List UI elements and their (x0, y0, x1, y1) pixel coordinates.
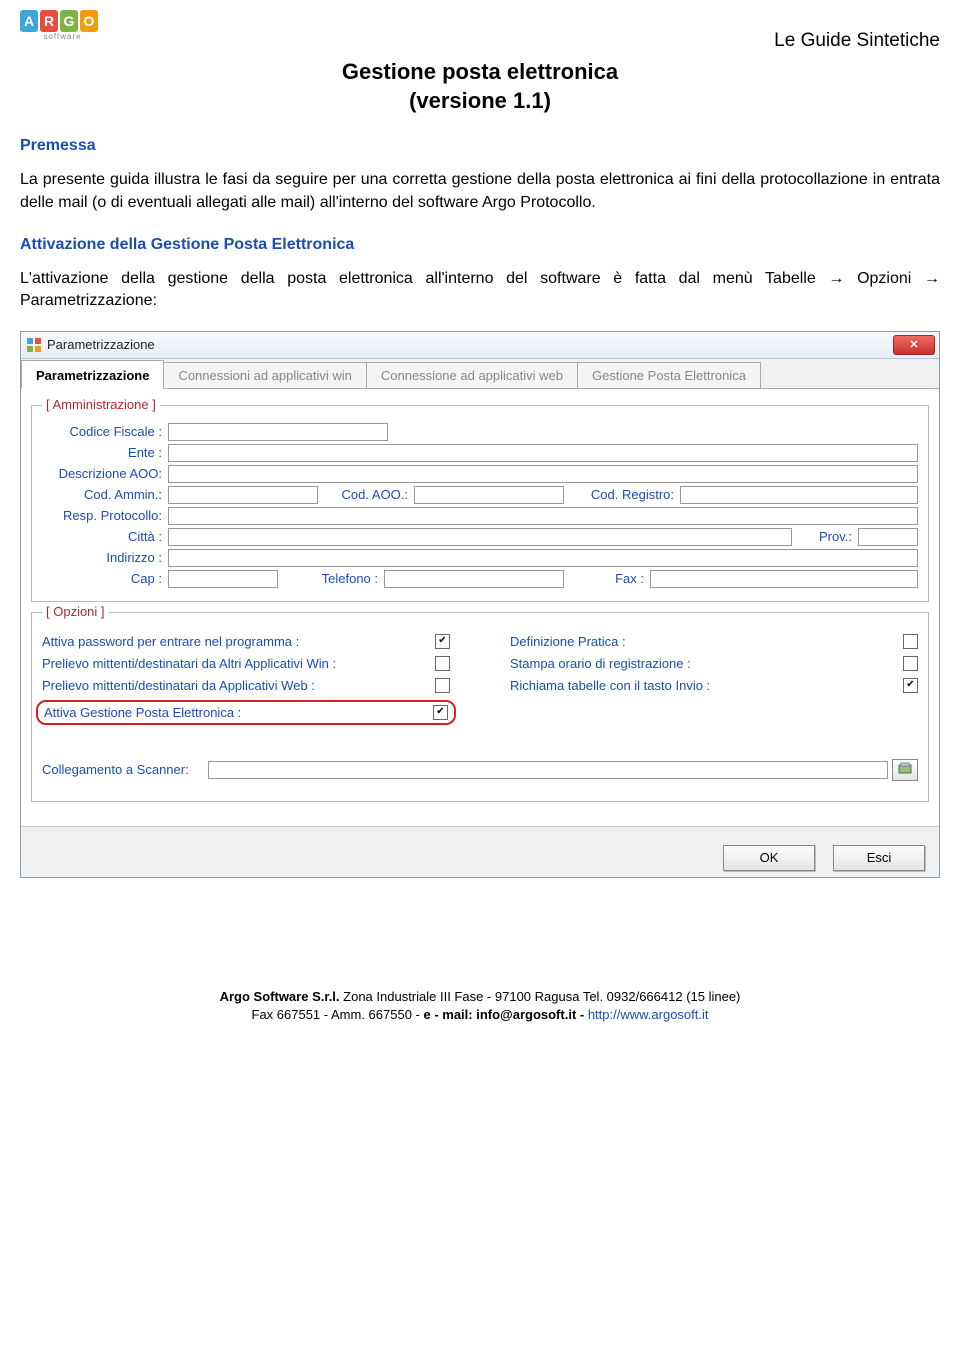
checkbox-attiva-gestione-posta[interactable]: ✔ (433, 705, 448, 720)
input-resp-protocollo[interactable] (168, 507, 918, 525)
highlighted-option: Attiva Gestione Posta Elettronica : ✔ (36, 700, 456, 725)
label-scanner: Collegamento a Scanner: (42, 762, 208, 777)
checkbox-stampa-orario[interactable] (903, 656, 918, 671)
label-cod-aoo: Cod. AOO.: (318, 487, 414, 502)
ok-button[interactable]: OK (723, 845, 815, 871)
group-amministrazione: [ Amministrazione ] Codice Fiscale : Ent… (31, 405, 929, 602)
section-attivazione-heading: Attivazione della Gestione Posta Elettro… (20, 236, 940, 254)
input-indirizzo[interactable] (168, 549, 918, 567)
logo-letter: O (80, 10, 98, 32)
input-scanner[interactable] (208, 761, 888, 779)
opt-label: Prelievo mittenti/destinatari da Altri A… (42, 656, 336, 671)
opt-label: Attiva Gestione Posta Elettronica : (44, 705, 241, 720)
label-ente: Ente : (42, 445, 168, 460)
opt-label: Definizione Pratica : (510, 634, 626, 649)
checkbox-prelievo-win[interactable] (435, 656, 450, 671)
parametrizzazione-window: Parametrizzazione ✕ Parametrizzazione Co… (20, 331, 940, 878)
group-opzioni: [ Opzioni ] Attiva password per entrare … (31, 612, 929, 802)
checkbox-attiva-password[interactable]: ✔ (435, 634, 450, 649)
label-prov: Prov.: (792, 529, 858, 544)
section-attivazione-body: L'attivazione della gestione della posta… (20, 268, 940, 313)
tab-gestione-posta[interactable]: Gestione Posta Elettronica (577, 362, 761, 388)
tab-connessioni-win[interactable]: Connessioni ad applicativi win (163, 362, 366, 388)
label-resp-protocollo: Resp. Protocollo: (42, 508, 168, 523)
esci-button[interactable]: Esci (833, 845, 925, 871)
scanner-icon (898, 762, 912, 777)
input-citta[interactable] (168, 528, 792, 546)
logo-subtext: software (20, 32, 105, 41)
tab-connessione-web[interactable]: Connessione ad applicativi web (366, 362, 578, 388)
argo-logo: A R G O software (20, 10, 105, 50)
logo-letter: G (60, 10, 78, 32)
window-titlebar: Parametrizzazione ✕ (21, 332, 939, 359)
label-cap: Cap : (42, 571, 168, 586)
label-indirizzo: Indirizzo : (42, 550, 168, 565)
checkbox-richiama-tabelle[interactable]: ✔ (903, 678, 918, 693)
input-telefono[interactable] (384, 570, 564, 588)
opt-label: Richiama tabelle con il tasto Invio : (510, 678, 710, 693)
input-prov[interactable] (858, 528, 918, 546)
input-ente[interactable] (168, 444, 918, 462)
input-fax[interactable] (650, 570, 918, 588)
label-codice-fiscale: Codice Fiscale : (42, 424, 168, 439)
input-cod-ammin[interactable] (168, 486, 318, 504)
label-cod-ammin: Cod. Ammin.: (42, 487, 168, 502)
section-premessa-body: La presente guida illustra le fasi da se… (20, 169, 940, 214)
doc-title: Gestione posta elettronica (versione 1.1… (20, 58, 940, 115)
opt-label: Stampa orario di registrazione : (510, 656, 691, 671)
tab-parametrizzazione[interactable]: Parametrizzazione (21, 360, 164, 389)
logo-letter: A (20, 10, 38, 32)
label-cod-registro: Cod. Registro: (564, 487, 680, 502)
page-footer: Argo Software S.r.l. Zona Industriale II… (20, 988, 940, 1034)
label-telefono: Telefono : (278, 571, 384, 586)
checkbox-definizione-pratica[interactable] (903, 634, 918, 649)
header-subtitle: Le Guide Sintetiche (774, 30, 940, 52)
checkbox-prelievo-web[interactable] (435, 678, 450, 693)
section-premessa-heading: Premessa (20, 137, 940, 155)
scanner-browse-button[interactable] (892, 759, 918, 781)
opt-label: Prelievo mittenti/destinatari da Applica… (42, 678, 315, 693)
group-amministrazione-title: [ Amministrazione ] (42, 397, 160, 412)
input-cap[interactable] (168, 570, 278, 588)
input-cod-aoo[interactable] (414, 486, 564, 504)
window-title: Parametrizzazione (47, 337, 155, 352)
app-icon (27, 338, 41, 352)
label-citta: Città : (42, 529, 168, 544)
opt-label: Attiva password per entrare nel programm… (42, 634, 299, 649)
tab-bar: Parametrizzazione Connessioni ad applica… (21, 359, 939, 389)
group-opzioni-title: [ Opzioni ] (42, 604, 109, 619)
logo-letter: R (40, 10, 58, 32)
input-cod-registro[interactable] (680, 486, 918, 504)
input-descrizione-aoo[interactable] (168, 465, 918, 483)
input-codice-fiscale[interactable] (168, 423, 388, 441)
label-descrizione-aoo: Descrizione AOO: (42, 466, 168, 481)
label-fax: Fax : (564, 571, 650, 586)
close-button[interactable]: ✕ (893, 335, 935, 355)
